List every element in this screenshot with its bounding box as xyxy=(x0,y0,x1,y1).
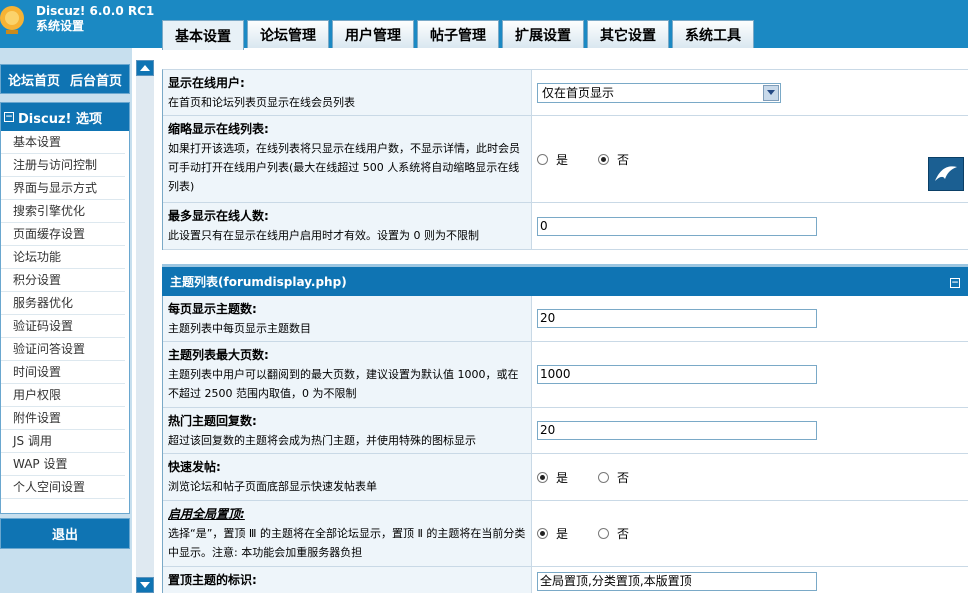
sidebar-item-credits[interactable]: 积分设置 xyxy=(1,269,125,292)
setting-label: 启用全局置顶: 选择“是”，置顶 Ⅲ 的主题将在全部论坛显示，置顶 Ⅱ 的主题将… xyxy=(163,501,532,566)
sidebar-item-js[interactable]: JS 调用 xyxy=(1,430,125,453)
brand-subtitle: 系统设置 xyxy=(36,19,85,33)
table-row: 快速发帖: 浏览论坛和帖子页面底部显示快速发帖表单 是 否 xyxy=(163,454,968,501)
sidebar-top-nav: 论坛首页 后台首页 xyxy=(0,64,130,94)
table-row: 热门主题回复数: 超过该回复数的主题将会成为热门主题，并使用特殊的图标显示 20 xyxy=(163,408,968,454)
sidebar-item-server-optimization[interactable]: 服务器优化 xyxy=(1,292,125,315)
tab-basic-settings[interactable]: 基本设置 xyxy=(162,20,244,50)
tab-post-management[interactable]: 帖子管理 xyxy=(417,20,499,48)
global-sticky-yes-radio[interactable] xyxy=(537,528,548,539)
float-bird-icon[interactable] xyxy=(928,157,964,191)
tab-other-settings[interactable]: 其它设置 xyxy=(587,20,669,48)
collapse-minus-icon[interactable]: − xyxy=(950,278,960,288)
sidebar: 论坛首页 后台首页 − Discuz! 选项 基本设置 注册与访问控制 界面与显… xyxy=(0,48,132,593)
table-row: 最多显示在线人数: 此设置只有在显示在线用户启用时才有效。设置为 0 则为不限制… xyxy=(163,203,968,250)
sticky-labels-input[interactable]: 全局置顶,分类置顶,本版置顶 xyxy=(537,572,817,591)
forumdisplay-table: 每页显示主题数: 主题列表中每页显示主题数目 20 主题列表最大页数: 主题列表… xyxy=(162,296,968,593)
admin-home-link[interactable]: 后台首页 xyxy=(70,70,122,89)
sidebar-item-basic-settings[interactable]: 基本设置 xyxy=(1,131,125,154)
sidebar-item-personal-space[interactable]: 个人空间设置 xyxy=(1,476,125,499)
setting-label: 热门主题回复数: 超过该回复数的主题将会成为热门主题，并使用特殊的图标显示 xyxy=(163,408,532,453)
tab-system-tools[interactable]: 系统工具 xyxy=(672,20,754,48)
tab-extension-settings[interactable]: 扩展设置 xyxy=(502,20,584,48)
top-header: Discuz! 6.0.0 RC1 系统设置 基本设置 论坛管理 用户管理 帖子… xyxy=(0,0,968,50)
options-menu-header[interactable]: − Discuz! 选项 xyxy=(1,103,129,131)
global-sticky-no-radio[interactable] xyxy=(598,528,610,539)
table-row: 启用全局置顶: 选择“是”，置顶 Ⅲ 的主题将在全部论坛显示，置顶 Ⅱ 的主题将… xyxy=(163,501,968,567)
table-row: 每页显示主题数: 主题列表中每页显示主题数目 20 xyxy=(163,296,968,342)
quick-post-yes-radio[interactable] xyxy=(537,471,548,483)
tab-user-management[interactable]: 用户管理 xyxy=(332,20,414,48)
table-row: 缩略显示在线列表: 如果打开该选项，在线列表将只显示在线用户数，不显示详情，此时… xyxy=(163,116,968,203)
online-users-table: 显示在线用户: 在首页和论坛列表页显示在线会员列表 仅在首页显示 缩略显示在线列… xyxy=(162,69,968,250)
vertical-scrollbar[interactable] xyxy=(136,60,154,593)
hot-topic-replies-input[interactable]: 20 xyxy=(537,421,817,440)
dropdown-arrow-icon[interactable] xyxy=(763,84,779,101)
show-online-users-select[interactable]: 仅在首页显示 xyxy=(537,82,781,103)
forum-home-link[interactable]: 论坛首页 xyxy=(8,70,60,89)
collapse-minus-icon[interactable]: − xyxy=(4,112,14,122)
logout-button[interactable]: 退出 xyxy=(0,518,130,549)
compact-online-no-radio[interactable] xyxy=(598,153,610,165)
settings-content: 显示在线用户: 在首页和论坛列表页显示在线会员列表 仅在首页显示 缩略显示在线列… xyxy=(162,60,968,593)
sidebar-item-page-cache[interactable]: 页面缓存设置 xyxy=(1,223,125,246)
sidebar-item-qa-verification[interactable]: 验证问答设置 xyxy=(1,338,125,361)
options-menu: − Discuz! 选项 基本设置 注册与访问控制 界面与显示方式 搜索引擎优化… xyxy=(0,102,130,514)
sidebar-item-interface[interactable]: 界面与显示方式 xyxy=(1,177,125,200)
sidebar-item-registration[interactable]: 注册与访问控制 xyxy=(1,154,125,177)
setting-label: 置顶主题的标识: xyxy=(163,567,532,593)
setting-label: 缩略显示在线列表: 如果打开该选项，在线列表将只显示在线用户数，不显示详情，此时… xyxy=(163,116,532,202)
setting-label: 显示在线用户: 在首页和论坛列表页显示在线会员列表 xyxy=(163,70,532,115)
brand-version: Discuz! 6.0.0 RC1 xyxy=(36,4,155,18)
scroll-down-icon[interactable] xyxy=(136,577,154,593)
setting-label: 主题列表最大页数: 主题列表中用户可以翻阅到的最大页数，建议设置为默认值 100… xyxy=(163,342,532,407)
max-pages-input[interactable]: 1000 xyxy=(537,365,817,384)
compact-online-yes-radio[interactable] xyxy=(537,153,548,165)
quick-post-no-radio[interactable] xyxy=(598,471,610,483)
table-row: 显示在线用户: 在首页和论坛列表页显示在线会员列表 仅在首页显示 xyxy=(163,70,968,116)
sidebar-item-time[interactable]: 时间设置 xyxy=(1,361,125,384)
logo-bulb-icon xyxy=(0,6,24,34)
brand-title: Discuz! 6.0.0 RC1 系统设置 xyxy=(36,4,154,34)
table-row: 主题列表最大页数: 主题列表中用户可以翻阅到的最大页数，建议设置为默认值 100… xyxy=(163,342,968,408)
sidebar-item-seo[interactable]: 搜索引擎优化 xyxy=(1,200,125,223)
main-tabs: 基本设置 论坛管理 用户管理 帖子管理 扩展设置 其它设置 系统工具 xyxy=(162,20,754,50)
table-row: 置顶主题的标识: 全局置顶,分类置顶,本版置顶 xyxy=(163,567,968,593)
tab-forum-management[interactable]: 论坛管理 xyxy=(247,20,329,48)
sidebar-item-forum-features[interactable]: 论坛功能 xyxy=(1,246,125,269)
forumdisplay-section-header[interactable]: 主题列表(forumdisplay.php) − xyxy=(162,264,968,296)
sidebar-item-attachments[interactable]: 附件设置 xyxy=(1,407,125,430)
scroll-up-icon[interactable] xyxy=(136,60,154,76)
sidebar-item-captcha[interactable]: 验证码设置 xyxy=(1,315,125,338)
setting-label: 最多显示在线人数: 此设置只有在显示在线用户启用时才有效。设置为 0 则为不限制 xyxy=(163,203,532,249)
sidebar-item-wap[interactable]: WAP 设置 xyxy=(1,453,125,476)
options-menu-title: Discuz! 选项 xyxy=(18,111,102,127)
max-online-display-input[interactable]: 0 xyxy=(537,216,817,236)
setting-label: 每页显示主题数: 主题列表中每页显示主题数目 xyxy=(163,296,532,341)
setting-label: 快速发帖: 浏览论坛和帖子页面底部显示快速发帖表单 xyxy=(163,454,532,500)
sidebar-item-permissions[interactable]: 用户权限 xyxy=(1,384,125,407)
topics-per-page-input[interactable]: 20 xyxy=(537,309,817,328)
